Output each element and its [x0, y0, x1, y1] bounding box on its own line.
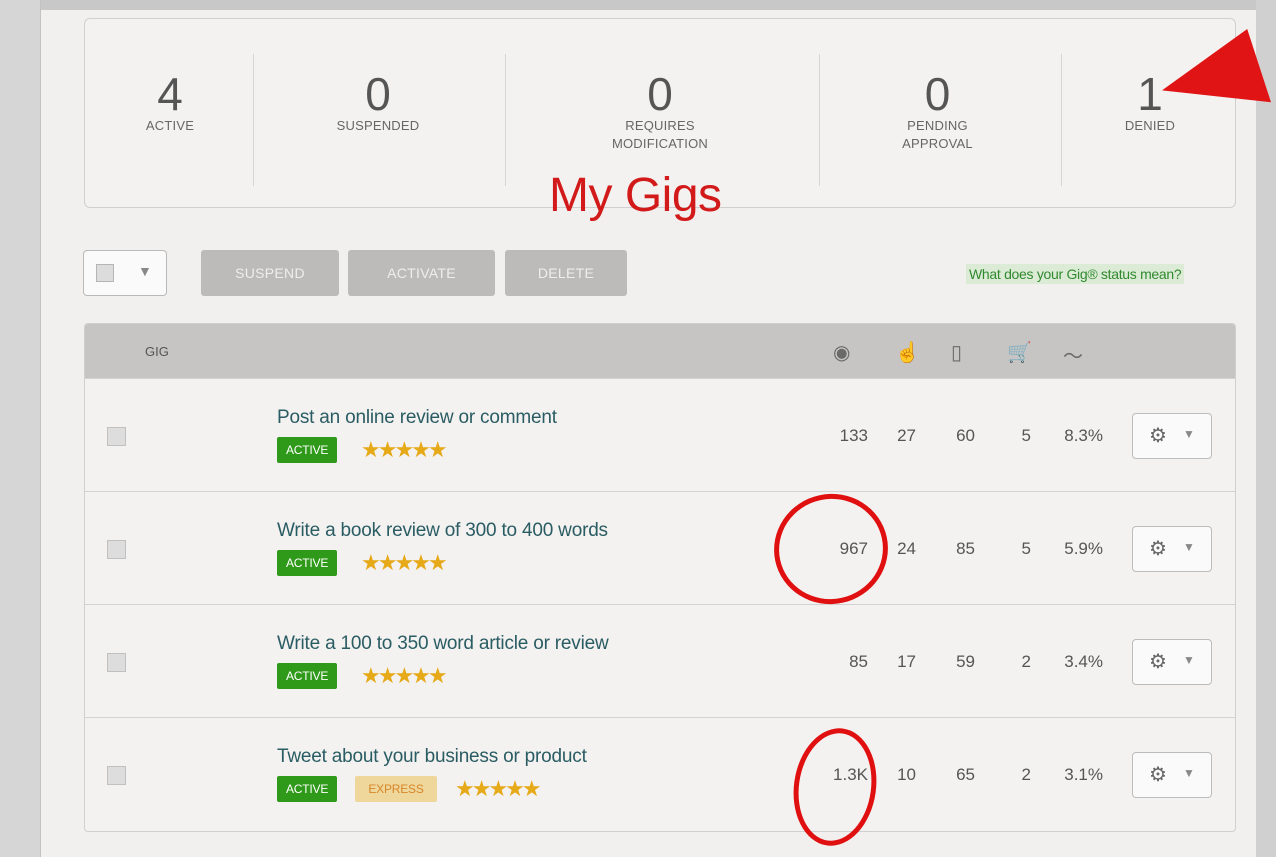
- stat-suspended-label: SUSPENDED: [336, 118, 420, 133]
- gig-title-link[interactable]: Post an online review or comment: [277, 407, 557, 429]
- views-icon: ◉: [833, 342, 851, 364]
- status-badge: ACTIVE: [277, 776, 338, 802]
- row-checkbox[interactable]: [107, 427, 126, 446]
- stat-suspended[interactable]: 0 SUSPENDED: [323, 71, 433, 135]
- status-badge: ACTIVE: [277, 550, 338, 576]
- impressions-value: 60: [956, 426, 975, 445]
- table-header: GIG ◉ ☝ ▯ 🛒 〜: [85, 324, 1235, 378]
- suspend-button[interactable]: SUSPEND: [201, 250, 339, 296]
- gig-actions-button[interactable]: ⚙ ▼: [1132, 413, 1212, 459]
- stat-requires-modification[interactable]: 0 REQUIRES MODIFICATION: [600, 71, 720, 153]
- gigs-page: 4 ACTIVE 0 SUSPENDED 0 REQUIRES MODIFICA…: [41, 10, 1272, 857]
- gig-actions-button[interactable]: ⚙ ▼: [1132, 639, 1212, 685]
- clicks-value: 27: [897, 426, 916, 445]
- impressions-icon: ▯: [951, 342, 963, 364]
- row-checkbox[interactable]: [107, 653, 126, 672]
- annotation-my-gigs: My Gigs: [549, 169, 722, 222]
- clicks-icon: ☝: [895, 342, 920, 364]
- gig-title-link[interactable]: Tweet about your business or product: [277, 746, 587, 768]
- stat-suspended-count: 0: [365, 68, 391, 120]
- delete-button[interactable]: DELETE: [505, 250, 627, 296]
- stat-active-label: ACTIVE: [145, 118, 195, 133]
- stat-requires-modification-label: REQUIRES MODIFICATION: [611, 118, 709, 151]
- table-row: Post an online review or comment ACTIVE …: [85, 378, 1235, 491]
- top-strip: [0, 0, 1276, 10]
- conversion-value: 3.1%: [1064, 765, 1103, 784]
- chevron-down-icon: ▼: [1183, 653, 1195, 667]
- gigs-table: GIG ◉ ☝ ▯ 🛒 〜 Post an online review or c…: [84, 323, 1236, 832]
- stat-active-count: 4: [157, 68, 183, 120]
- row-checkbox[interactable]: [107, 766, 126, 785]
- express-badge: EXPRESS: [355, 776, 437, 802]
- stat-active[interactable]: 4 ACTIVE: [135, 71, 205, 135]
- gig-actions-button[interactable]: ⚙ ▼: [1132, 752, 1212, 798]
- table-row: Write a book review of 300 to 400 words …: [85, 491, 1235, 604]
- select-all-checkbox[interactable]: [96, 264, 114, 282]
- stat-divider: [1061, 54, 1062, 186]
- clicks-value: 17: [897, 652, 916, 671]
- stat-divider: [505, 54, 506, 186]
- right-strip: [1256, 0, 1276, 857]
- rating-stars-icon: ★★★★★: [361, 437, 448, 462]
- select-all-dropdown[interactable]: ▼: [83, 250, 167, 296]
- gear-icon: ⚙: [1149, 425, 1167, 447]
- orders-value: 2: [1021, 765, 1031, 784]
- conversion-icon: 〜: [1063, 346, 1083, 368]
- gig-title-link[interactable]: Write a book review of 300 to 400 words: [277, 520, 608, 542]
- impressions-value: 65: [956, 765, 975, 784]
- gear-icon: ⚙: [1149, 651, 1167, 673]
- impressions-value: 59: [956, 652, 975, 671]
- gig-column-header: GIG: [145, 344, 169, 359]
- left-strip: [0, 0, 41, 857]
- orders-value: 2: [1021, 652, 1031, 671]
- stat-pending-approval-count: 0: [924, 68, 951, 120]
- rating-stars-icon: ★★★★★: [361, 663, 448, 688]
- stat-divider: [819, 54, 820, 186]
- conversion-value: 5.9%: [1064, 539, 1103, 558]
- views-value: 85: [849, 652, 868, 671]
- chevron-down-icon: ▼: [1183, 766, 1195, 780]
- conversion-value: 8.3%: [1064, 426, 1103, 445]
- clicks-value: 10: [897, 765, 916, 784]
- status-badge: ACTIVE: [277, 437, 338, 463]
- orders-value: 5: [1021, 539, 1031, 558]
- rating-stars-icon: ★★★★★: [361, 550, 448, 575]
- stat-divider: [253, 54, 254, 186]
- chevron-down-icon: ▼: [1183, 540, 1195, 554]
- orders-icon: 🛒: [1007, 342, 1032, 364]
- gear-icon: ⚙: [1149, 764, 1167, 786]
- gig-actions-button[interactable]: ⚙ ▼: [1132, 526, 1212, 572]
- status-badge: ACTIVE: [277, 663, 338, 689]
- stat-pending-approval[interactable]: 0 PENDING APPROVAL: [890, 71, 985, 153]
- chevron-down-icon: ▼: [138, 263, 152, 279]
- gig-title-link[interactable]: Write a 100 to 350 word article or revie…: [277, 633, 609, 655]
- gig-status-help-link[interactable]: What does your Gig® status mean?: [966, 264, 1185, 284]
- conversion-value: 3.4%: [1064, 652, 1103, 671]
- chevron-down-icon: ▼: [1183, 427, 1195, 441]
- row-checkbox[interactable]: [107, 540, 126, 559]
- impressions-value: 85: [956, 539, 975, 558]
- table-row: Tweet about your business or product ACT…: [85, 717, 1235, 830]
- gear-icon: ⚙: [1149, 538, 1167, 560]
- stat-requires-modification-count: 0: [647, 68, 673, 120]
- table-row: Write a 100 to 350 word article or revie…: [85, 604, 1235, 717]
- orders-value: 5: [1021, 426, 1031, 445]
- activate-button[interactable]: ACTIVATE: [348, 250, 495, 296]
- rating-stars-icon: ★★★★★: [455, 776, 542, 801]
- stat-pending-approval-label: PENDING APPROVAL: [902, 118, 973, 151]
- views-value: 133: [839, 426, 868, 445]
